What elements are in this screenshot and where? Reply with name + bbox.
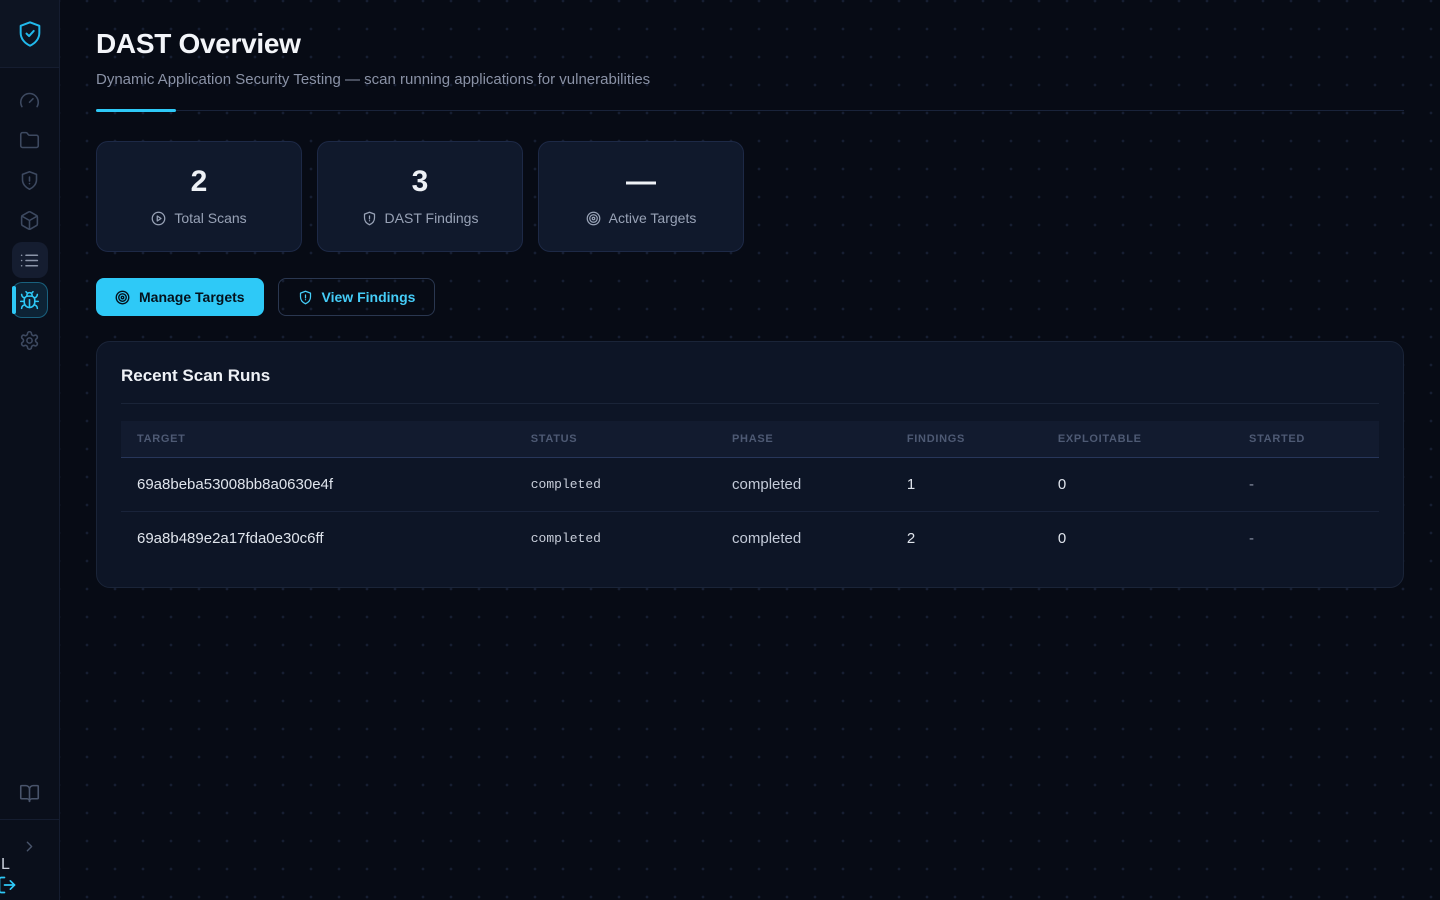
view-findings-label: View Findings	[322, 289, 416, 305]
sidebar	[0, 0, 60, 900]
page-subtitle: Dynamic Application Security Testing — s…	[96, 71, 1404, 88]
sidebar-collapse-button[interactable]	[12, 828, 48, 864]
cell-findings: 2	[891, 512, 1042, 566]
sidebar-item-packages[interactable]	[12, 202, 48, 238]
list-icon	[19, 250, 40, 271]
logout-icon	[0, 875, 17, 895]
table-row: 69a8beba53008bb8a0630e4f completed compl…	[121, 458, 1379, 512]
stat-card-total-scans: 2 Total Scans	[96, 141, 302, 252]
main-content: DAST Overview Dynamic Application Securi…	[60, 0, 1440, 900]
divider	[121, 403, 1379, 404]
column-header-started: STARTED	[1233, 421, 1379, 458]
gear-icon	[19, 330, 40, 351]
corner-label: L	[1, 856, 10, 874]
sidebar-item-dast[interactable]	[12, 282, 48, 318]
manage-targets-button[interactable]: Manage Targets	[96, 278, 264, 316]
table-header-row: TARGET STATUS PHASE FINDINGS EXPLOITABLE…	[121, 421, 1379, 458]
shield-alert-icon	[19, 170, 40, 191]
actions-row: Manage Targets View Findings	[96, 278, 1404, 316]
target-icon	[115, 290, 130, 305]
stat-label: DAST Findings	[385, 210, 479, 226]
cell-started: -	[1233, 458, 1379, 512]
sidebar-item-scan-list[interactable]	[12, 242, 48, 278]
scan-runs-table: TARGET STATUS PHASE FINDINGS EXPLOITABLE…	[121, 421, 1379, 565]
stat-value: —	[626, 167, 656, 197]
column-header-findings: FINDINGS	[891, 421, 1042, 458]
cell-exploitable: 0	[1042, 512, 1233, 566]
active-indicator	[12, 286, 16, 314]
stats-row: 2 Total Scans 3	[96, 141, 1404, 252]
package-icon	[19, 210, 40, 231]
app-logo[interactable]	[0, 0, 59, 68]
book-open-icon	[19, 783, 40, 804]
app-root: L DAST Overview Dynamic Application Secu…	[0, 0, 1440, 900]
cell-target: 69a8beba53008bb8a0630e4f	[121, 458, 515, 512]
sidebar-item-dashboard[interactable]	[12, 82, 48, 118]
sidebar-nav	[0, 68, 59, 358]
shield-check-icon	[16, 19, 44, 49]
chevron-right-icon	[21, 838, 38, 855]
shield-alert-icon	[362, 211, 377, 226]
recent-scan-runs-card: Recent Scan Runs TARGET STATUS PHASE FIN…	[96, 341, 1404, 588]
cell-target: 69a8b489e2a17fda0e30c6ff	[121, 512, 515, 566]
cell-status: completed	[515, 458, 716, 512]
column-header-phase: PHASE	[716, 421, 891, 458]
view-findings-button[interactable]: View Findings	[278, 278, 436, 316]
stat-label: Total Scans	[174, 210, 246, 226]
sidebar-item-findings[interactable]	[12, 162, 48, 198]
stat-card-active-targets: — Active Targets	[538, 141, 744, 252]
logout-button[interactable]	[0, 875, 17, 895]
table-title: Recent Scan Runs	[121, 366, 1379, 386]
column-header-exploitable: EXPLOITABLE	[1042, 421, 1233, 458]
play-circle-icon	[151, 211, 166, 226]
target-icon	[586, 211, 601, 226]
folder-icon	[19, 130, 40, 151]
title-divider	[96, 109, 1404, 112]
cell-status: completed	[515, 512, 716, 566]
cell-exploitable: 0	[1042, 458, 1233, 512]
sidebar-item-projects[interactable]	[12, 122, 48, 158]
page-title: DAST Overview	[96, 28, 1404, 60]
stat-label: Active Targets	[609, 210, 697, 226]
gauge-icon	[19, 90, 40, 111]
manage-targets-label: Manage Targets	[139, 289, 245, 305]
bug-icon	[19, 290, 40, 311]
stat-value: 2	[191, 167, 208, 197]
divider	[0, 819, 60, 820]
cell-started: -	[1233, 512, 1379, 566]
shield-alert-icon	[298, 290, 313, 305]
table-row: 69a8b489e2a17fda0e30c6ff completed compl…	[121, 512, 1379, 566]
cell-phase: completed	[716, 458, 891, 512]
stat-value: 3	[412, 167, 429, 197]
cell-findings: 1	[891, 458, 1042, 512]
stat-card-dast-findings: 3 DAST Findings	[317, 141, 523, 252]
sidebar-item-settings[interactable]	[12, 322, 48, 358]
sidebar-item-docs[interactable]	[12, 775, 48, 811]
column-header-status: STATUS	[515, 421, 716, 458]
column-header-target: TARGET	[121, 421, 515, 458]
cell-phase: completed	[716, 512, 891, 566]
